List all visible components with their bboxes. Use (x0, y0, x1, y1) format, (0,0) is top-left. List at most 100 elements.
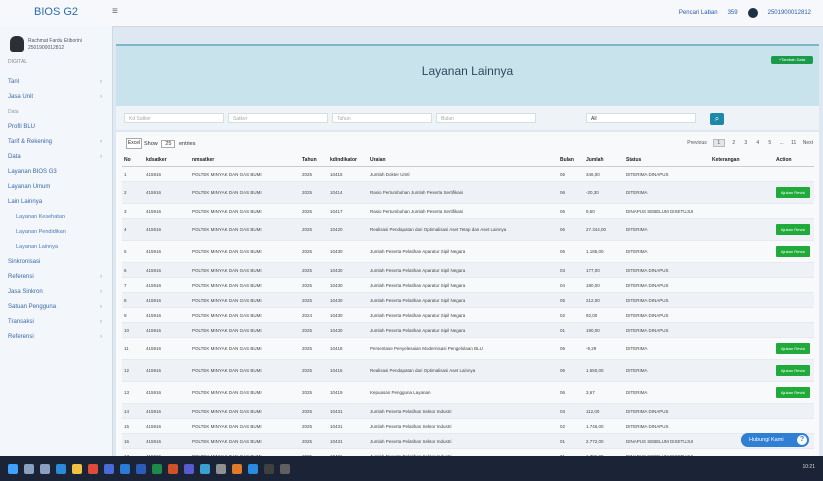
table-row: 15 415916 POLTEK MINYAK DAN GAS BUMI 2025 10… (122, 418, 814, 434)
column-header[interactable]: nmsatker (190, 154, 300, 167)
chevron-right-icon: › (100, 138, 102, 145)
ajukan-revisi-button[interactable]: Ajukan Revisi (776, 187, 810, 198)
column-header[interactable]: Tahun (300, 154, 328, 167)
sidebar-item-11[interactable]: Layanan Lainnya (0, 239, 112, 254)
kdsatker-filter[interactable]: Kd Satker (124, 113, 224, 123)
pagination-page[interactable]: 1 (712, 139, 725, 147)
column-header[interactable]: Bulan (558, 154, 584, 167)
ajukan-revisi-button[interactable]: Ajukan Revisi (776, 387, 810, 398)
sidebar-item-3[interactable]: Profil BLU (0, 119, 112, 134)
settings-icon[interactable] (216, 463, 226, 474)
excel-icon[interactable] (152, 463, 162, 474)
firefox-icon[interactable] (232, 463, 242, 474)
search-button[interactable]: ⌕ (710, 113, 724, 125)
ajukan-revisi-button[interactable]: Ajukan Revisi (776, 246, 810, 257)
sidebar-item-label: Satuan Pengguna (8, 303, 57, 310)
sidebar-item-label: Jasa Sinkron (8, 288, 43, 295)
photos-icon[interactable] (200, 463, 210, 474)
contact-us-label: Hubungi Kami (749, 437, 784, 443)
explorer-icon[interactable] (72, 463, 82, 474)
cell-kd: 415916 (144, 218, 190, 241)
store-icon[interactable] (104, 463, 114, 474)
satker-filter[interactable]: Satker (228, 113, 328, 123)
ajukan-revisi-button[interactable]: Ajukan Revisi (776, 224, 810, 235)
sidebar-item-16[interactable]: Transaksi › (0, 314, 112, 329)
column-header[interactable]: kdsatker (144, 154, 190, 167)
sidebar-item-label: Transaksi (8, 318, 34, 325)
column-header[interactable]: No (122, 154, 144, 167)
column-header[interactable]: Uraian (368, 154, 558, 167)
sidebar-item-0[interactable]: Tanl › (0, 74, 112, 89)
ajukan-revisi-button[interactable]: Ajukan Revisi (776, 343, 810, 354)
mail-icon[interactable] (120, 463, 130, 474)
start-icon[interactable] (8, 463, 18, 474)
sidebar-item-5[interactable]: Data › (0, 149, 112, 164)
cell-kd: 415916 (144, 418, 190, 434)
powerpoint-icon[interactable] (168, 463, 178, 474)
username-link[interactable]: 2501900012812 (768, 10, 811, 16)
pagination-page[interactable]: 3 (743, 140, 749, 146)
pagination-previous[interactable]: Previous (687, 140, 706, 146)
tahun-filter[interactable]: Tahun (332, 113, 432, 123)
taskview-icon[interactable] (40, 463, 50, 474)
sidebar-item-4[interactable]: Tarif & Rekening › (0, 134, 112, 149)
sidebar-item-17[interactable]: Referensi › (0, 329, 112, 344)
table-row: 13 415916 POLTEK MINYAK DAN GAS BUMI 2025 10… (122, 381, 814, 404)
sidebar-item-15[interactable]: Satuan Pengguna › (0, 299, 112, 314)
sidebar-item-label: Jasa Unit (8, 93, 34, 100)
excel-button[interactable]: Excel (126, 138, 142, 149)
search-icon[interactable] (24, 463, 34, 474)
contact-us-button[interactable]: Hubungi Kami ? (741, 433, 809, 447)
cell-keterangan (710, 322, 774, 338)
pagination-page[interactable]: 2 (731, 140, 737, 146)
pagination-page[interactable]: 5 (767, 140, 773, 146)
chrome-icon[interactable] (88, 463, 98, 474)
teams-icon[interactable] (184, 463, 194, 474)
entries-select[interactable]: 25 (161, 140, 176, 148)
sidebar-item-9[interactable]: Layanan Kesehatan (0, 209, 112, 224)
ajukan-revisi-button[interactable]: Ajukan Revisi (776, 365, 810, 376)
cell-bl: 06 (558, 381, 584, 404)
notifications-link[interactable]: Pencari Laban (679, 10, 718, 16)
cell-no: 4 (122, 218, 144, 241)
terminal-icon[interactable] (264, 463, 274, 474)
edge-icon[interactable] (56, 463, 66, 474)
table-row: 6 415916 POLTEK MINYAK DAN GAS BUMI 2025 104… (122, 262, 814, 278)
pagination-next[interactable]: Next (803, 140, 813, 146)
column-header[interactable]: Status (624, 154, 710, 167)
status-select[interactable]: All (586, 113, 696, 123)
user-avatar-icon[interactable] (747, 8, 758, 18)
column-header[interactable]: Keterangan (710, 154, 774, 167)
cell-st: DITERIMA DINAPUS (624, 292, 710, 308)
cell-no: 15 (122, 418, 144, 434)
sidebar-item-12[interactable]: Sinkronisasi (0, 254, 112, 269)
pagination-page[interactable]: 4 (755, 140, 761, 146)
pagination-page[interactable]: 11 (791, 140, 797, 146)
calc-icon[interactable] (280, 463, 290, 474)
cell-kd: 415916 (144, 240, 190, 263)
hamburger-icon[interactable]: ≡ (112, 6, 118, 17)
sidebar-item-1[interactable]: Jasa Unit › (0, 89, 112, 104)
cell-ur: Jumlah Peserta Pelatihan Aparatur Sipil … (368, 292, 558, 308)
sidebar-item-8[interactable]: Lain Lainnya (0, 194, 112, 209)
add-data-button[interactable]: +Tambah Data (771, 56, 813, 64)
cell-action: Ajukan Revisi (774, 381, 814, 404)
column-header[interactable]: Jumlah (584, 154, 624, 167)
sidebar-item-10[interactable]: Layanan Pendidikan (0, 224, 112, 239)
vscode-icon[interactable] (248, 463, 258, 474)
column-header[interactable]: Action (774, 154, 814, 167)
sidebar-item-13[interactable]: Referensi › (0, 269, 112, 284)
word-icon[interactable] (136, 463, 146, 474)
column-header[interactable]: kdindikator (328, 154, 368, 167)
cell-bl: 02 (558, 418, 584, 434)
sidebar-item-6[interactable]: Layanan BIOS G3 (0, 164, 112, 179)
pagination-page[interactable]: ... (779, 140, 785, 146)
sidebar-item-7[interactable]: Layanan Umum (0, 179, 112, 194)
cell-bl: 04 (558, 277, 584, 293)
cell-st: DITERIMA DINAPUS (624, 262, 710, 278)
app-brand[interactable]: BIOS G2 (34, 6, 78, 18)
sidebar-item-label: Tanl (8, 78, 20, 85)
cell-st: DITERIMA DINAPUS (624, 322, 710, 338)
sidebar-item-14[interactable]: Jasa Sinkron › (0, 284, 112, 299)
bulan-filter[interactable]: Bulan (436, 113, 536, 123)
